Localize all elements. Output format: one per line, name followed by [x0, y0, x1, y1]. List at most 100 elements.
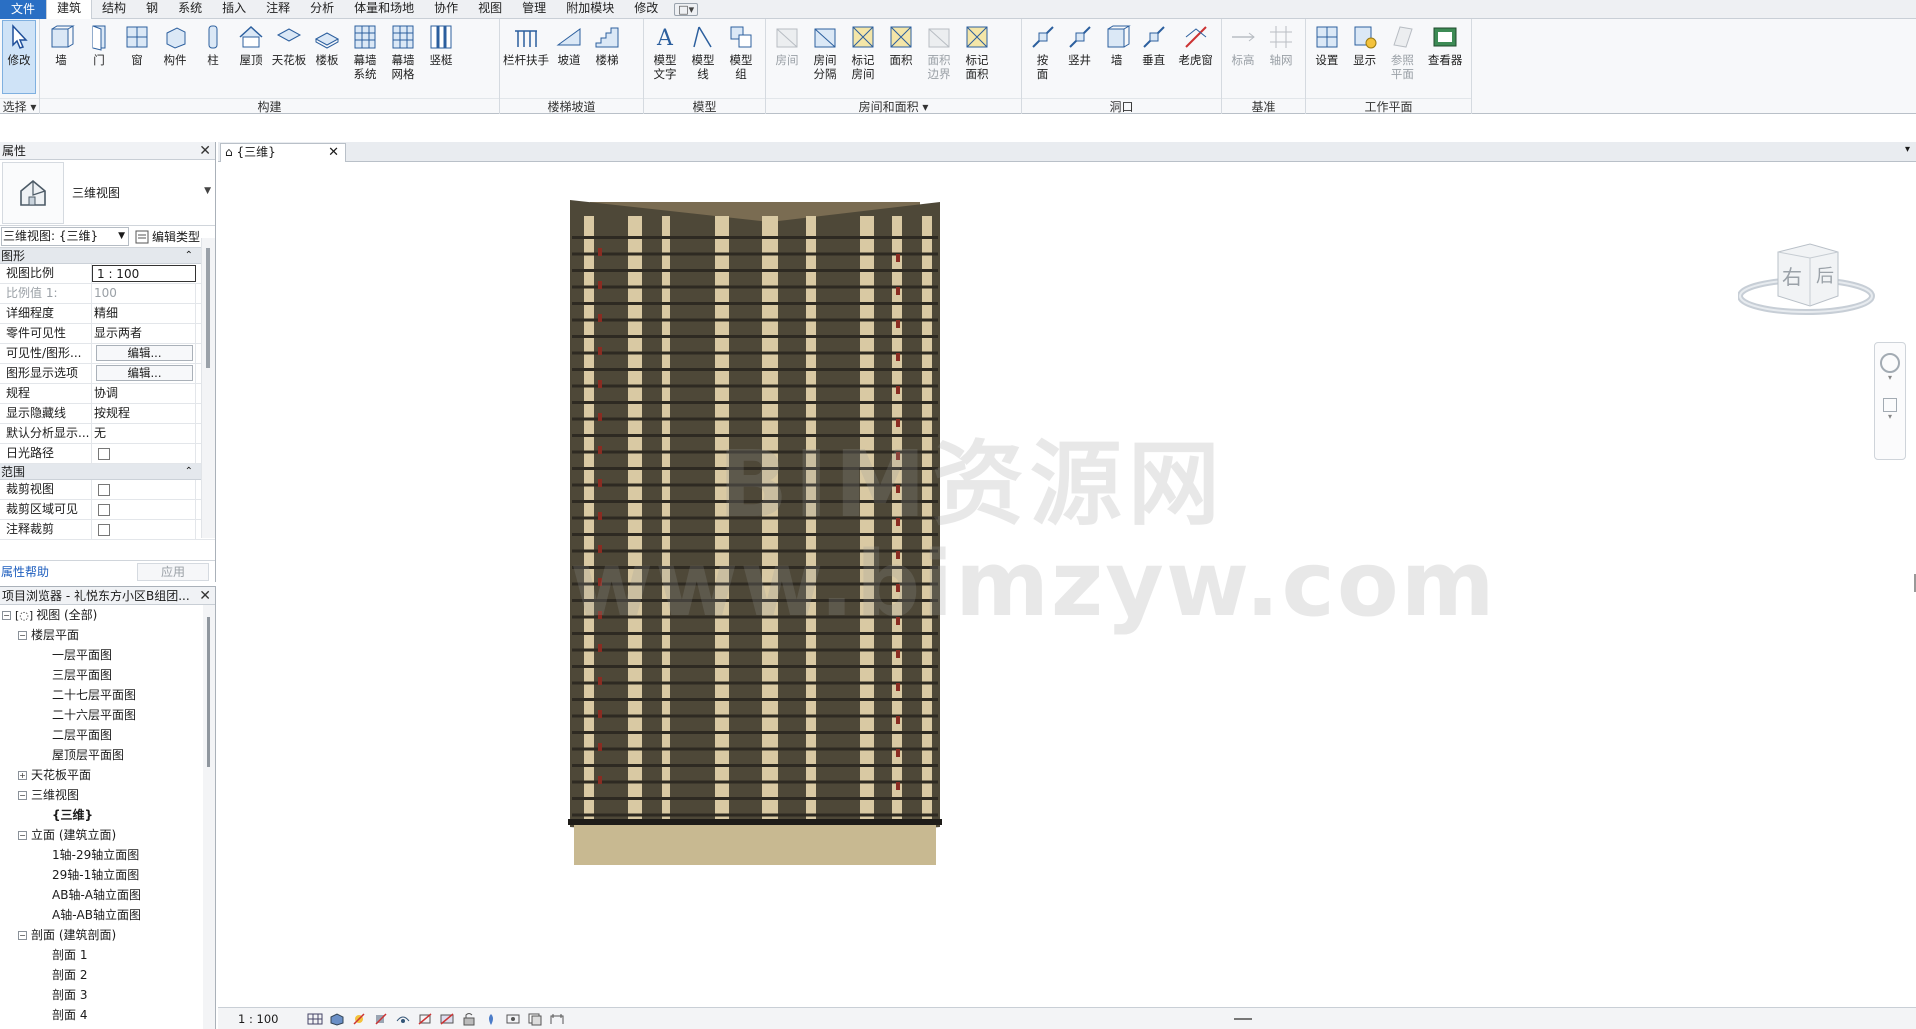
build-button-0[interactable]: 墙: [42, 21, 80, 67]
apply-button[interactable]: 应用: [137, 562, 209, 581]
build-button-9[interactable]: 幕墙 网格: [384, 21, 422, 81]
circulation-button-0[interactable]: 栏杆扶手: [502, 21, 550, 67]
build-button-3[interactable]: 构件: [156, 21, 194, 67]
build-button-1[interactable]: 门: [80, 21, 118, 67]
browser-node[interactable]: 二层平面图: [0, 725, 215, 745]
browser-node[interactable]: 29轴-1轴立面图: [0, 865, 215, 885]
select-group-title[interactable]: 选择 ▾: [0, 98, 39, 114]
browser-node[interactable]: − 三维视图: [0, 785, 215, 805]
analytical-model-icon[interactable]: [549, 1012, 565, 1026]
section-header[interactable]: 图形 ⌃: [0, 248, 215, 264]
close-tab-icon[interactable]: ✕: [328, 144, 339, 161]
properties-help-link[interactable]: 属性帮助: [0, 563, 49, 580]
edit-button[interactable]: 编辑...: [96, 345, 193, 361]
room-button-5[interactable]: 标记 面积: [958, 21, 996, 81]
browser-node[interactable]: {三维}: [0, 805, 215, 825]
browser-scrollbar[interactable]: [203, 605, 215, 1029]
rendering-icon[interactable]: [395, 1012, 411, 1026]
view-scale[interactable]: 1 : 100: [238, 1012, 304, 1026]
room-button-0[interactable]: 房间: [768, 21, 806, 67]
expand-icon[interactable]: +: [18, 771, 27, 780]
property-checkbox[interactable]: [98, 447, 110, 460]
tab-8[interactable]: 协作: [424, 0, 468, 18]
quick-access-dropdown[interactable]: □▾: [674, 2, 699, 16]
tab-12[interactable]: 修改: [624, 0, 668, 18]
tab-list-icon[interactable]: ▾: [1905, 144, 1910, 155]
build-button-8[interactable]: 幕墙 系统: [346, 21, 384, 81]
detail-level-icon[interactable]: [307, 1012, 323, 1026]
tab-10[interactable]: 管理: [512, 0, 556, 18]
browser-node[interactable]: 剖面 3: [0, 985, 215, 1005]
tab-2[interactable]: 钢: [136, 0, 168, 18]
workplane-button-2[interactable]: 参照 平面: [1384, 21, 1422, 81]
temporary-view-properties-icon[interactable]: [527, 1012, 543, 1026]
build-button-2[interactable]: 窗: [118, 21, 156, 67]
browser-node[interactable]: 一层平面图: [0, 645, 215, 665]
unlock-3d-view-icon[interactable]: [461, 1012, 477, 1026]
close-icon[interactable]: ✕: [199, 587, 211, 605]
build-button-6[interactable]: 天花板: [270, 21, 308, 67]
opening-button-4[interactable]: 老虎窗: [1172, 21, 1219, 67]
property-input[interactable]: 1 : 100: [92, 265, 196, 282]
collapse-icon[interactable]: ⌃: [185, 464, 193, 480]
reveal-hidden-icon[interactable]: [505, 1012, 521, 1026]
collapse-icon[interactable]: −: [18, 631, 27, 640]
browser-node[interactable]: 剖面 4: [0, 1005, 215, 1025]
collapse-icon[interactable]: −: [2, 611, 11, 620]
properties-scrollbar[interactable]: [201, 238, 215, 538]
steering-wheel-icon[interactable]: [1880, 353, 1900, 373]
room-button-1[interactable]: 房间 分隔: [806, 21, 844, 81]
browser-node[interactable]: − 剖面 (建筑剖面): [0, 925, 215, 945]
tab-11[interactable]: 附加模块: [556, 0, 624, 18]
browser-node[interactable]: AB轴-A轴立面图: [0, 885, 215, 905]
browser-node[interactable]: 屋顶层平面图: [0, 745, 215, 765]
edit-type-button[interactable]: 编辑类型: [135, 228, 200, 245]
build-button-4[interactable]: 柱: [194, 21, 232, 67]
browser-node[interactable]: 二十七层平面图: [0, 685, 215, 705]
crop-view-icon[interactable]: [417, 1012, 433, 1026]
model-button-0[interactable]: A 模型 文字: [646, 21, 684, 81]
view-tab-3d[interactable]: ⌂ {三维} ✕: [220, 143, 346, 162]
opening-button-1[interactable]: 竖井: [1061, 21, 1098, 67]
chevron-down-icon[interactable]: ▼: [204, 186, 211, 196]
property-checkbox[interactable]: [98, 483, 110, 496]
property-value[interactable]: 按规程: [92, 404, 196, 423]
browser-node[interactable]: 二十六层平面图: [0, 705, 215, 725]
drawing-area[interactable]: BIM资源网 www.bimzyw.com 右 后 ▾ ▾: [218, 162, 1916, 1007]
datum-button-1[interactable]: 轴网: [1262, 21, 1300, 67]
collapse-icon[interactable]: −: [18, 791, 27, 800]
collapse-icon[interactable]: −: [18, 931, 27, 940]
modify-button[interactable]: 修改: [2, 20, 36, 94]
circulation-button-1[interactable]: 坡道: [550, 21, 588, 67]
browser-node[interactable]: − 楼层平面: [0, 625, 215, 645]
build-button-7[interactable]: 楼板: [308, 21, 346, 67]
room-button-2[interactable]: 标记 房间: [844, 21, 882, 81]
browser-node[interactable]: 剖面 1: [0, 945, 215, 965]
property-value[interactable]: 显示两者: [92, 324, 196, 343]
property-checkbox[interactable]: [98, 503, 110, 516]
tab-9[interactable]: 视图: [468, 0, 512, 18]
sun-path-icon[interactable]: [351, 1012, 367, 1026]
tab-5[interactable]: 注释: [256, 0, 300, 18]
temporary-hide-icon[interactable]: [483, 1012, 499, 1026]
tab-0[interactable]: 建筑: [46, 0, 93, 19]
circulation-button-2[interactable]: 楼梯: [588, 21, 626, 67]
close-icon[interactable]: ✕: [199, 142, 211, 160]
viewcube[interactable]: 右 后: [1738, 224, 1878, 334]
tab-7[interactable]: 体量和场地: [344, 0, 424, 18]
tab-3[interactable]: 系统: [168, 0, 212, 18]
browser-node[interactable]: A轴-AB轴立面图: [0, 905, 215, 925]
visual-style-icon[interactable]: [329, 1012, 345, 1026]
view-resize-grip[interactable]: [1234, 1018, 1252, 1020]
tab-1[interactable]: 结构: [92, 0, 136, 18]
show-crop-region-icon[interactable]: [439, 1012, 455, 1026]
tab-4[interactable]: 插入: [212, 0, 256, 18]
browser-node[interactable]: + 天花板平面: [0, 765, 215, 785]
property-checkbox[interactable]: [98, 523, 110, 536]
file-menu[interactable]: 文件: [0, 0, 47, 19]
workplane-button-1[interactable]: 显示: [1346, 21, 1384, 67]
room-button-3[interactable]: 面积: [882, 21, 920, 67]
shadows-icon[interactable]: [373, 1012, 389, 1026]
property-value[interactable]: 无: [92, 424, 196, 443]
property-value[interactable]: 协调: [92, 384, 196, 403]
